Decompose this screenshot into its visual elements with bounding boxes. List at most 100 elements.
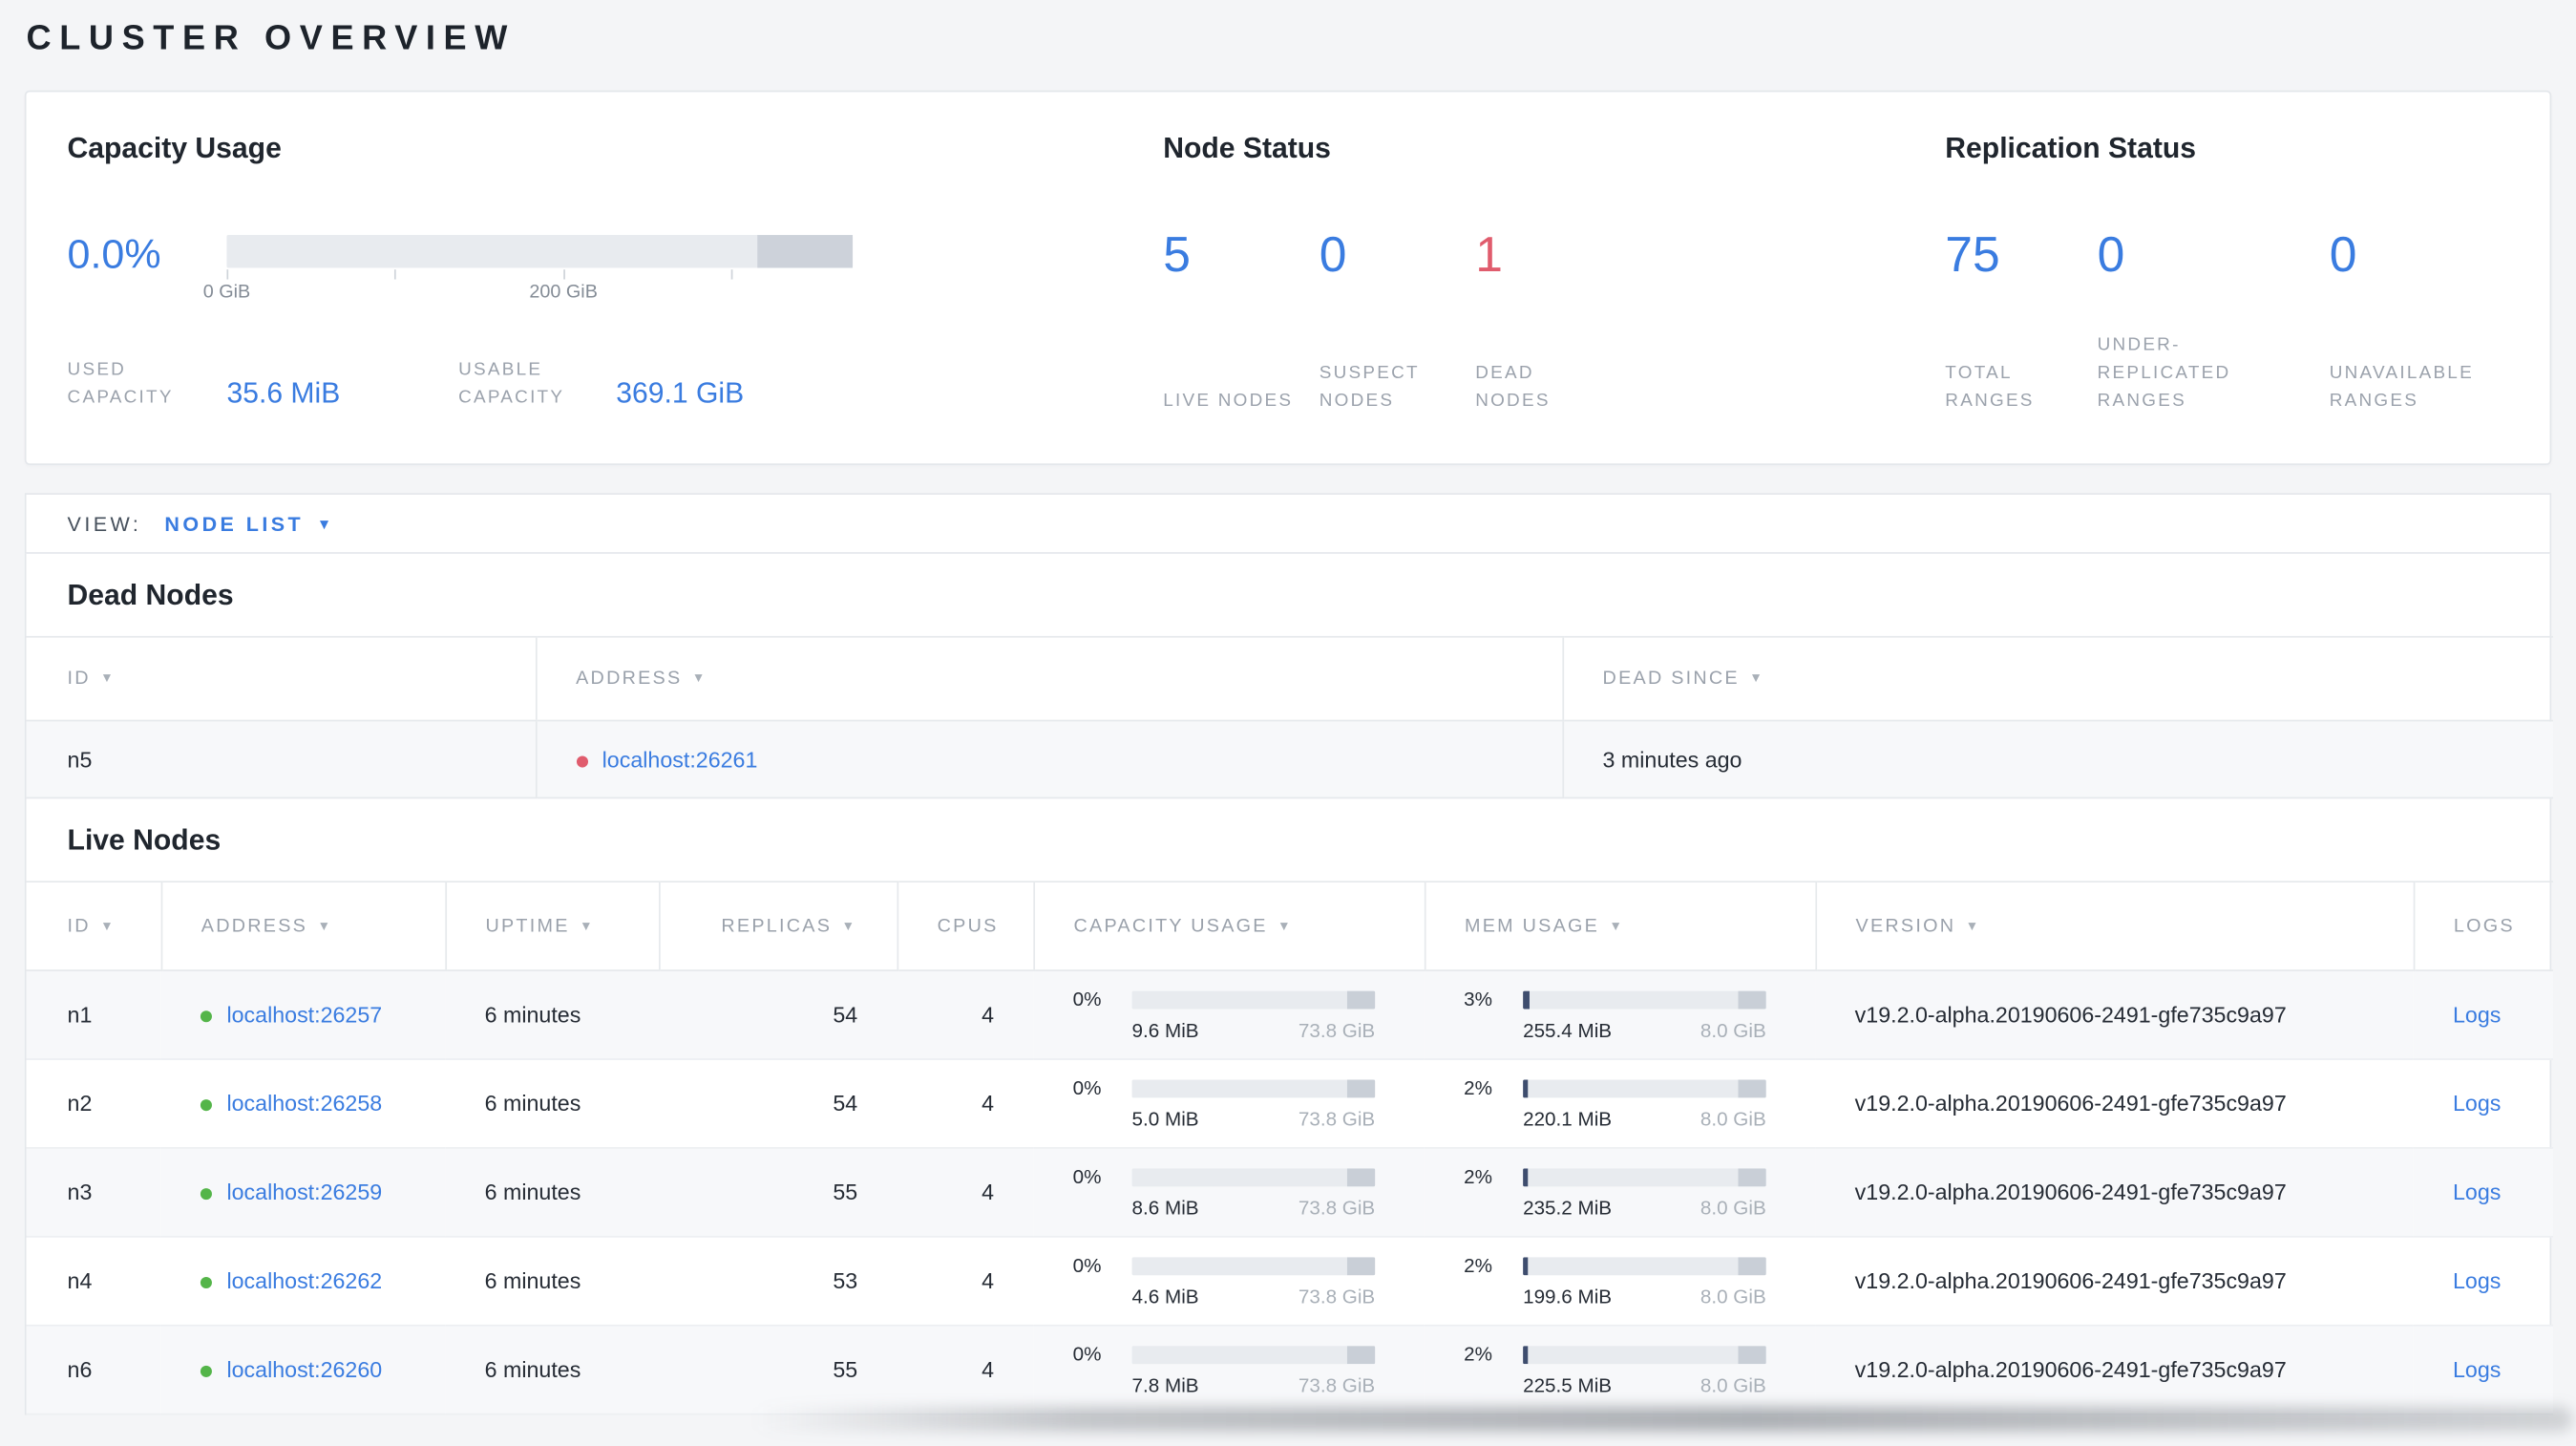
dead-nodes-column-address[interactable]: ADDRESS ▼ bbox=[535, 635, 1563, 722]
capacity-total-value: 73.8 GiB bbox=[1298, 1373, 1376, 1397]
view-dropdown[interactable]: NODE LIST ▼ bbox=[164, 512, 334, 535]
cluster-summary-card: Capacity Usage 0.0% 0 GiB 200 GiB USED C… bbox=[24, 90, 2552, 465]
live-nodes-column-address[interactable]: ADDRESS ▼ bbox=[159, 881, 446, 971]
live-node-dot-icon bbox=[200, 1010, 212, 1023]
stat-value: 0 bbox=[2097, 228, 2125, 283]
live-nodes-column-id[interactable]: ID ▼ bbox=[26, 881, 161, 971]
live-nodes-column-capacity-usage[interactable]: CAPACITY USAGE ▼ bbox=[1032, 881, 1425, 971]
capacity-used-value: 4.6 MiB bbox=[1131, 1285, 1199, 1308]
dead-node-dot-icon bbox=[576, 755, 588, 767]
node-address-link[interactable]: localhost:26259 bbox=[226, 1180, 382, 1204]
node-address-link[interactable]: localhost:26257 bbox=[226, 1003, 382, 1028]
memory-usage-fill bbox=[1523, 1167, 1529, 1186]
live-node-row: n1 localhost:26257 6 minutes 54 4 0% 9.6 MiB 73… bbox=[26, 970, 2553, 1060]
live-nodes-column-logs: LOGS bbox=[2412, 881, 2553, 971]
capacity-usage: 0% 8.6 MiB 73.8 GiB bbox=[1073, 1165, 1376, 1220]
replication-stat: 0 UNAVAILABLE RANGES bbox=[2329, 228, 2509, 415]
usage-bar-endcap bbox=[1738, 1256, 1766, 1275]
node-status-stat: 1 DEAD NODES bbox=[1475, 228, 1631, 415]
cpus-cell: 4 bbox=[897, 1236, 1034, 1327]
capacity-total-value: 73.8 GiB bbox=[1298, 1018, 1376, 1042]
cluster-overview-page: CLUSTER OVERVIEW Capacity Usage 0.0% 0 G… bbox=[0, 0, 2576, 1446]
axis-tick bbox=[563, 269, 565, 280]
usage-bar-endcap bbox=[1738, 1345, 1766, 1364]
view-label: VIEW: bbox=[67, 511, 142, 536]
node-status-title: Node Status bbox=[1163, 131, 1331, 165]
capacity-usage: 0% 4.6 MiB 73.8 GiB bbox=[1073, 1254, 1376, 1308]
stat-value: 5 bbox=[1163, 228, 1191, 283]
dead-nodes-column-dead-since[interactable]: DEAD SINCE ▼ bbox=[1561, 635, 2553, 722]
replicas-cell: 54 bbox=[659, 970, 897, 1060]
capacity-total-value: 73.8 GiB bbox=[1298, 1107, 1376, 1131]
logs-link[interactable]: Logs bbox=[2453, 1092, 2501, 1116]
usage-bar-endcap bbox=[1346, 1078, 1376, 1097]
capacity-percent: 0.0% bbox=[67, 231, 161, 278]
memory-usage: 3% 255.4 MiB 8.0 GiB bbox=[1464, 988, 1766, 1042]
node-status-stat: 5 LIVE NODES bbox=[1163, 228, 1319, 415]
uptime-cell: 6 minutes bbox=[445, 970, 660, 1060]
logs-link[interactable]: Logs bbox=[2453, 1003, 2501, 1028]
column-label: VERSION bbox=[1855, 916, 1956, 936]
column-label: UPTIME bbox=[485, 916, 570, 936]
live-node-row: n2 localhost:26258 6 minutes 54 4 0% 5.0 MiB 73… bbox=[26, 1058, 2553, 1149]
memory-usage-cell: 3% 255.4 MiB 8.0 GiB bbox=[1424, 970, 1816, 1060]
replicas-cell: 55 bbox=[659, 1147, 897, 1238]
memory-usage: 2% 225.5 MiB 8.0 GiB bbox=[1464, 1343, 1766, 1397]
capacity-usage-cell: 0% 8.6 MiB 73.8 GiB bbox=[1033, 1147, 1425, 1238]
stat-label: DEAD NODES bbox=[1475, 363, 1551, 412]
capacity-bar-endcap bbox=[757, 235, 854, 268]
logs-link[interactable]: Logs bbox=[2453, 1268, 2501, 1293]
node-status-stats: 5 LIVE NODES 0 SUSPECT NODES 1 DEAD NODES bbox=[1163, 228, 1945, 415]
stat-label: TOTAL RANGES bbox=[1945, 363, 2035, 412]
dead-nodes-column-id[interactable]: ID ▼ bbox=[26, 635, 536, 722]
node-address-link[interactable]: localhost:26261 bbox=[602, 747, 758, 772]
memory-total-value: 8.0 GiB bbox=[1700, 1107, 1766, 1131]
memory-usage: 2% 220.1 MiB 8.0 GiB bbox=[1464, 1076, 1766, 1131]
node-address-cell: localhost:26257 bbox=[160, 970, 446, 1060]
dead-node-row: n5 localhost:26261 3 minutes ago bbox=[26, 720, 2553, 799]
capacity-used-value: 8.6 MiB bbox=[1131, 1196, 1199, 1220]
live-nodes-column-uptime[interactable]: UPTIME ▼ bbox=[444, 881, 660, 971]
live-node-dot-icon bbox=[200, 1276, 212, 1289]
memory-total-value: 8.0 GiB bbox=[1700, 1373, 1766, 1397]
memory-usage-cell: 2% 199.6 MiB 8.0 GiB bbox=[1424, 1236, 1816, 1327]
stat-label: UNDER-REPLICATED RANGES bbox=[2097, 335, 2231, 412]
memory-usage: 2% 235.2 MiB 8.0 GiB bbox=[1464, 1165, 1766, 1220]
capacity-usage-cell: 0% 5.0 MiB 73.8 GiB bbox=[1033, 1058, 1425, 1149]
used-capacity-value: 35.6 MiB bbox=[226, 376, 341, 410]
capacity-usage-percent: 0% bbox=[1072, 1076, 1102, 1100]
sort-caret-icon: ▼ bbox=[100, 918, 116, 933]
usage-bar-endcap bbox=[1346, 989, 1376, 1009]
column-label: ID bbox=[67, 669, 91, 689]
node-address-link[interactable]: localhost:26258 bbox=[226, 1092, 382, 1116]
capacity-usage: 0% 7.8 MiB 73.8 GiB bbox=[1073, 1343, 1376, 1397]
node-address-link[interactable]: localhost:26262 bbox=[226, 1268, 382, 1293]
live-nodes-column-replicas[interactable]: REPLICAS ▼ bbox=[658, 881, 897, 971]
node-status-stat: 0 SUSPECT NODES bbox=[1320, 229, 1475, 415]
version-cell: v19.2.0-alpha.20190606-2491-gfe735c9a97 bbox=[1815, 1058, 2414, 1149]
capacity-usage-percent: 0% bbox=[1072, 1164, 1102, 1189]
logs-link[interactable]: Logs bbox=[2453, 1180, 2501, 1204]
replicas-cell: 55 bbox=[659, 1325, 897, 1415]
capacity-usage-bar bbox=[1131, 1167, 1376, 1186]
node-address-link[interactable]: localhost:26260 bbox=[226, 1357, 382, 1382]
dead-nodes-table: ID ▼ ADDRESS ▼ DEAD SINCE ▼ n5 localhost:26261… bbox=[26, 635, 2553, 799]
live-nodes-column-mem-usage[interactable]: MEM USAGE ▼ bbox=[1423, 881, 1816, 971]
replication-stat: 75 TOTAL RANGES bbox=[1945, 228, 2097, 415]
sort-caret-icon: ▼ bbox=[100, 670, 116, 686]
axis-label-zero: 0 GiB bbox=[202, 282, 251, 303]
stat-label: LIVE NODES bbox=[1163, 391, 1294, 412]
memory-usage-fill bbox=[1523, 1345, 1529, 1364]
memory-usage-fill bbox=[1523, 1256, 1529, 1275]
logs-link[interactable]: Logs bbox=[2453, 1357, 2501, 1382]
stat-value: 0 bbox=[2329, 228, 2357, 283]
usage-bar-endcap bbox=[1738, 989, 1766, 1009]
stat-label: UNAVAILABLE RANGES bbox=[2329, 363, 2474, 412]
stat-value: 75 bbox=[1945, 228, 2000, 283]
usable-capacity-label: USABLE CAPACITY bbox=[458, 359, 565, 408]
uptime-cell: 6 minutes bbox=[445, 1147, 660, 1238]
capacity-usage-bar bbox=[1131, 1345, 1376, 1364]
stat-value: 1 bbox=[1475, 228, 1503, 283]
live-nodes-column-version[interactable]: VERSION ▼ bbox=[1814, 881, 2414, 971]
memory-total-value: 8.0 GiB bbox=[1700, 1018, 1766, 1042]
